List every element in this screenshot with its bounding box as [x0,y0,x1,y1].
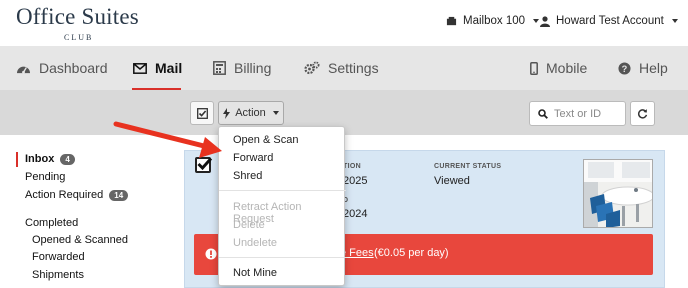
annotation-arrow [113,121,222,158]
